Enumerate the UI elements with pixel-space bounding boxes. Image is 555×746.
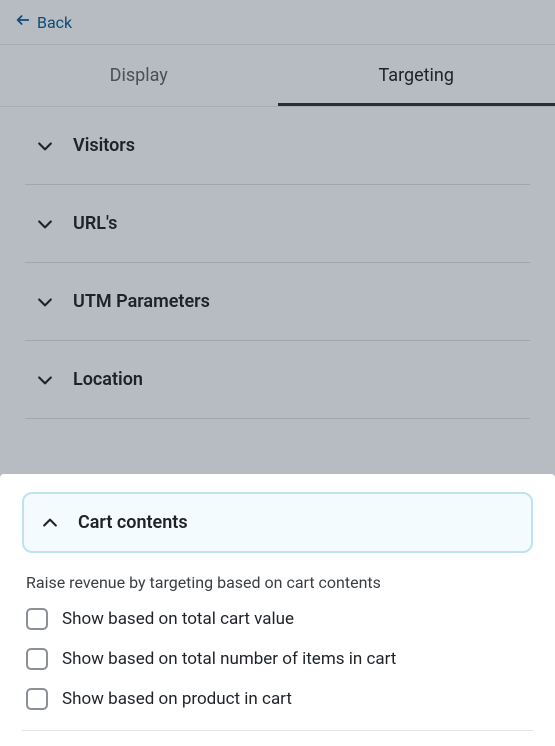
section-title: Visitors xyxy=(73,135,135,156)
tab-targeting[interactable]: Targeting xyxy=(278,45,555,106)
section-visitors: Visitors xyxy=(25,107,530,185)
tab-display[interactable]: Display xyxy=(0,45,278,106)
checkbox[interactable] xyxy=(26,688,48,710)
option-total-cart-value[interactable]: Show based on total cart value xyxy=(26,608,529,630)
tab-label: Display xyxy=(110,65,168,86)
back-button[interactable]: Back xyxy=(15,12,72,32)
section-header-visitors[interactable]: Visitors xyxy=(25,107,530,184)
option-total-items[interactable]: Show based on total number of items in c… xyxy=(26,648,529,670)
option-product-in-cart[interactable]: Show based on product in cart xyxy=(26,688,529,710)
back-label: Back xyxy=(37,13,72,32)
section-header-urls[interactable]: URL's xyxy=(25,185,530,262)
section-description: Raise revenue by targeting based on cart… xyxy=(22,553,533,608)
header: Back xyxy=(0,0,555,44)
chevron-down-icon xyxy=(35,370,55,390)
sections-list: Visitors URL's UTM Parameters xyxy=(0,107,555,419)
option-label: Show based on product in cart xyxy=(62,689,292,709)
chevron-down-icon xyxy=(35,136,55,156)
arrow-left-icon xyxy=(15,12,31,32)
checkbox[interactable] xyxy=(26,608,48,630)
tab-label: Targeting xyxy=(379,65,454,86)
section-utm-parameters: UTM Parameters xyxy=(25,263,530,341)
section-header-cart-contents[interactable]: Cart contents xyxy=(22,492,533,553)
expanded-panel-cart-contents: Cart contents Raise revenue by targeting… xyxy=(0,474,555,746)
section-title: UTM Parameters xyxy=(73,291,210,312)
chevron-down-icon xyxy=(35,292,55,312)
chevron-up-icon xyxy=(40,513,60,533)
tabs: Display Targeting xyxy=(0,44,555,107)
section-urls: URL's xyxy=(25,185,530,263)
option-label: Show based on total number of items in c… xyxy=(62,649,396,669)
section-title: URL's xyxy=(73,213,117,234)
section-location: Location xyxy=(25,341,530,419)
option-list: Show based on total cart value Show base… xyxy=(22,608,533,731)
option-label: Show based on total cart value xyxy=(62,609,294,629)
section-header-location[interactable]: Location xyxy=(25,341,530,418)
section-header-utm-parameters[interactable]: UTM Parameters xyxy=(25,263,530,340)
section-title: Location xyxy=(73,369,143,390)
section-title: Cart contents xyxy=(78,512,188,533)
chevron-down-icon xyxy=(35,214,55,234)
checkbox[interactable] xyxy=(26,648,48,670)
